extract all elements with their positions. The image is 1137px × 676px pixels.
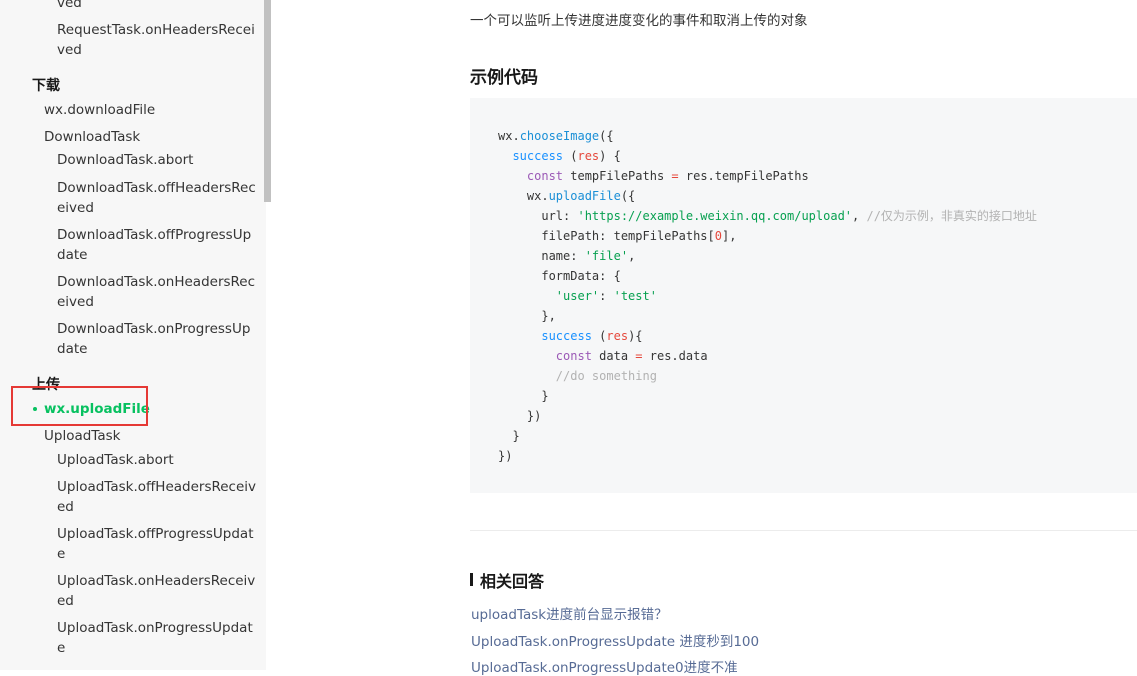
- sidebar-item[interactable]: ed: [57, 497, 74, 517]
- annotation-highlight-box: [11, 386, 148, 426]
- example-code-heading: 示例代码: [470, 68, 538, 88]
- heading-bar-icon: [470, 573, 473, 586]
- sidebar-item[interactable]: UploadTask.offHeadersReceiv: [57, 477, 256, 497]
- sidebar-item[interactable]: DownloadTask.offProgressUp: [57, 225, 251, 245]
- sidebar-section-download: 下载: [32, 78, 60, 94]
- related-link[interactable]: UploadTask.onProgressUpdate0进度不准: [471, 656, 738, 676]
- sidebar-item[interactable]: e: [57, 544, 65, 564]
- sidebar-item[interactable]: date: [57, 245, 87, 265]
- sidebar-nav: ved RequestTask.onHeadersRecei ved 下载 wx…: [0, 0, 266, 670]
- sidebar-item-downloadtask[interactable]: DownloadTask: [44, 127, 140, 147]
- sidebar-item[interactable]: UploadTask.onProgressUpdat: [57, 618, 253, 638]
- sidebar-item[interactable]: eived: [57, 198, 94, 218]
- sidebar-item[interactable]: ved: [57, 40, 82, 60]
- sidebar-item[interactable]: date: [57, 339, 87, 359]
- code-content: wx.chooseImage({ success (res) { const t…: [498, 129, 1037, 463]
- intro-text: 一个可以监听上传进度进度变化的事件和取消上传的对象: [470, 13, 808, 29]
- sidebar-item-uploadtask[interactable]: UploadTask: [44, 426, 120, 446]
- sidebar-item[interactable]: ved: [57, 0, 82, 13]
- related-link[interactable]: UploadTask.onProgressUpdate 进度秒到100: [471, 630, 759, 650]
- sidebar-item-wx-downloadfile[interactable]: wx.downloadFile: [44, 100, 155, 120]
- sidebar-scrollbar[interactable]: [264, 0, 271, 202]
- related-answers-heading: 相关回答: [480, 572, 545, 591]
- sidebar-item[interactable]: ed: [57, 591, 74, 611]
- sidebar-item[interactable]: UploadTask.offProgressUpdat: [57, 524, 254, 544]
- section-divider: [470, 530, 1137, 531]
- sidebar-item[interactable]: eived: [57, 292, 94, 312]
- sidebar-item[interactable]: e: [57, 638, 65, 658]
- code-block: wx.chooseImage({ success (res) { const t…: [470, 98, 1137, 493]
- sidebar-item[interactable]: UploadTask.onHeadersReceiv: [57, 571, 255, 591]
- sidebar-item[interactable]: DownloadTask.onHeadersRec: [57, 272, 255, 292]
- sidebar-item[interactable]: DownloadTask.abort: [57, 150, 193, 170]
- sidebar-item[interactable]: DownloadTask.offHeadersRec: [57, 178, 256, 198]
- sidebar-item[interactable]: UploadTask.abort: [57, 450, 174, 470]
- related-link[interactable]: uploadTask进度前台显示报错？: [471, 603, 668, 623]
- sidebar-item[interactable]: DownloadTask.onProgressUp: [57, 319, 250, 339]
- sidebar-item[interactable]: RequestTask.onHeadersRecei: [57, 20, 255, 40]
